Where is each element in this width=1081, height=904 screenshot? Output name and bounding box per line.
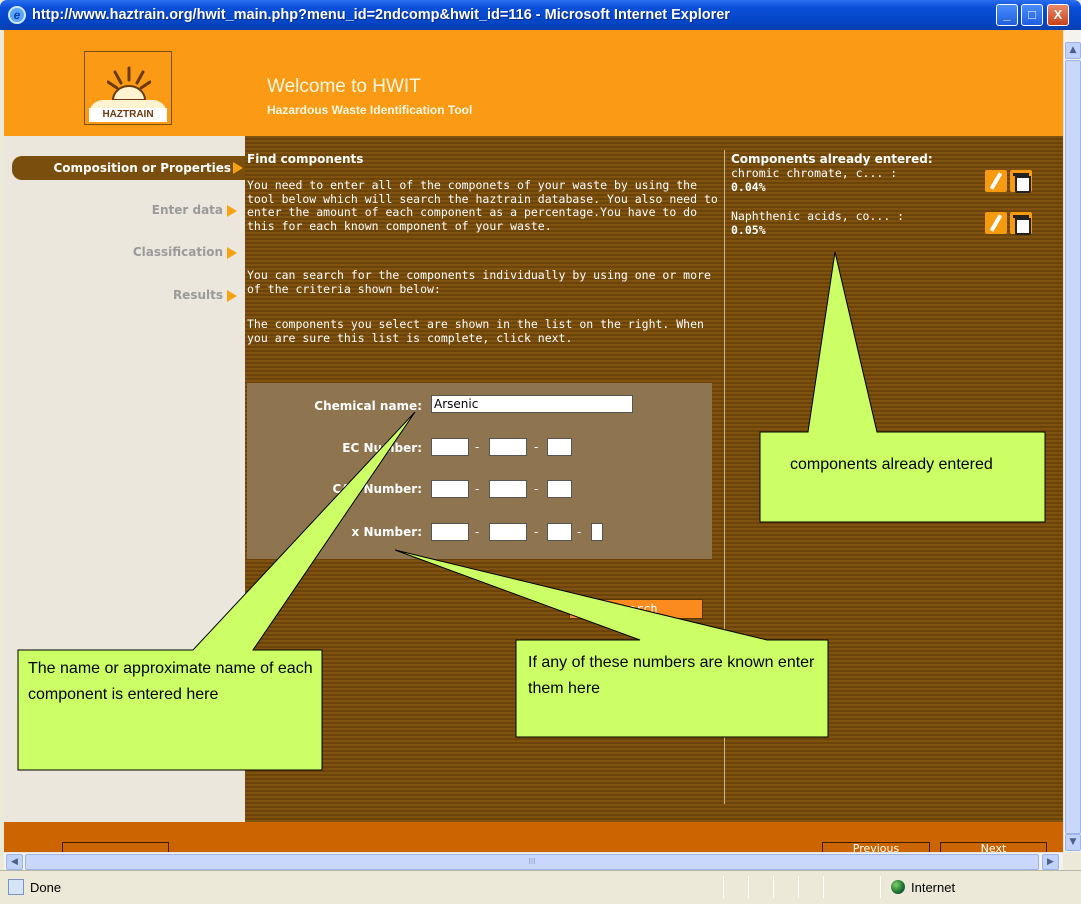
ec-number-part2[interactable]: [489, 438, 527, 456]
index-number-part1[interactable]: [431, 523, 469, 541]
search-button[interactable]: Search: [569, 599, 703, 619]
ec-number-label: EC Number:: [342, 441, 422, 455]
dash: -: [534, 440, 539, 454]
dash: -: [577, 525, 582, 539]
instructions-paragraph: You need to enter all of the componets o…: [247, 178, 718, 233]
left-navigation: Composition or Properties Enter data Cla…: [4, 136, 251, 822]
delete-trash-icon[interactable]: [1010, 170, 1032, 193]
component-entry: chromic chromate, c... : 0.04%: [731, 166, 897, 194]
cas-number-part2[interactable]: [489, 480, 527, 498]
vertical-scrollbar[interactable]: ▲ ▼: [1063, 30, 1081, 852]
status-separator: [748, 876, 749, 898]
page-icon: [8, 879, 24, 895]
footer-button[interactable]: [62, 842, 169, 852]
status-separator: [723, 876, 724, 898]
component-name: chromic chromate, c... :: [731, 166, 898, 180]
horizontal-scroll-thumb[interactable]: III: [25, 854, 1039, 870]
dash: -: [475, 525, 480, 539]
components-entered-heading: Components already entered:: [731, 152, 933, 166]
component-entry: Naphthenic acids, co... : 0.05%: [731, 209, 904, 237]
status-bar: Done Internet: [0, 870, 1081, 904]
security-zone-text: Internet: [911, 880, 956, 895]
haztrain-logo[interactable]: HAZTRAIN: [84, 51, 172, 125]
callout-components-text: components already entered: [790, 456, 993, 473]
chemical-name-label: Chemical name:: [314, 399, 422, 413]
ec-number-part3[interactable]: [547, 438, 572, 456]
edit-pencil-icon[interactable]: [985, 170, 1007, 192]
nav-item-label: Composition or Properties: [53, 161, 231, 175]
arrow-right-icon: [227, 290, 237, 302]
arrow-right-icon: [233, 162, 243, 174]
cas-number-label: CAS Number:: [332, 482, 422, 496]
status-text: Done: [30, 880, 62, 895]
nav-item-results[interactable]: Results: [173, 284, 241, 306]
logo-text: HAZTRAIN: [89, 108, 167, 122]
horizontal-scrollbar[interactable]: ◀ III ▶: [4, 852, 1063, 870]
status-separator: [798, 876, 799, 898]
internet-globe-icon: [891, 880, 905, 894]
status-separator: [823, 876, 824, 898]
nav-item-label: Results: [172, 288, 223, 302]
scroll-down-icon[interactable]: ▼: [1065, 834, 1081, 851]
site-subtitle: Hazardous Waste Identification Tool: [267, 103, 473, 117]
site-title: Welcome to HWIT: [267, 76, 421, 97]
edit-pencil-icon[interactable]: [985, 212, 1007, 234]
nav-item-classification[interactable]: Classification: [133, 241, 241, 263]
index-number-label: x Number:: [351, 525, 422, 539]
ec-number-part1[interactable]: [431, 438, 469, 456]
find-components-heading: Find components: [247, 152, 364, 166]
nav-item-enter-data[interactable]: Enter data: [152, 199, 241, 221]
chemical-name-input[interactable]: [431, 395, 633, 413]
next-button[interactable]: Next: [940, 842, 1047, 852]
status-separator: [880, 876, 881, 898]
nav-item-label: Enter data: [151, 203, 223, 217]
search-criteria-paragraph: You can search for the components indivi…: [247, 268, 711, 296]
vertical-scroll-thumb[interactable]: [1065, 60, 1081, 834]
internet-explorer-icon: e: [8, 6, 26, 24]
index-number-part4[interactable]: [591, 523, 603, 541]
callout-numbers-text: If any of these numbers are known enter …: [528, 654, 815, 697]
close-button[interactable]: X: [1047, 4, 1069, 26]
page-viewport: HAZTRAIN Welcome to HWIT Hazardous Waste…: [4, 30, 1063, 852]
site-header: HAZTRAIN Welcome to HWIT Hazardous Waste…: [4, 30, 1063, 136]
dash: -: [534, 525, 539, 539]
arrow-right-icon: [227, 247, 237, 259]
column-divider: [724, 150, 725, 804]
maximize-button[interactable]: □: [1021, 4, 1043, 26]
scroll-left-icon[interactable]: ◀: [6, 854, 23, 870]
delete-trash-icon[interactable]: [1010, 212, 1032, 235]
nav-item-composition[interactable]: Composition or Properties: [12, 156, 251, 180]
component-percent: 0.04%: [731, 180, 766, 194]
index-number-part2[interactable]: [489, 523, 527, 541]
footer-bar: Previous Next: [4, 822, 1063, 852]
scroll-up-icon[interactable]: ▲: [1065, 42, 1081, 59]
nav-item-label: Classification: [132, 245, 223, 259]
main-content: Find components You need to enter all of…: [245, 136, 1063, 822]
previous-button[interactable]: Previous: [822, 842, 930, 852]
scroll-right-icon[interactable]: ▶: [1042, 854, 1059, 870]
status-separator: [773, 876, 774, 898]
dash: -: [475, 482, 480, 496]
component-percent: 0.05%: [731, 223, 766, 237]
scrollbar-corner: [1063, 852, 1081, 870]
window-title-bar[interactable]: e http://www.haztrain.org/hwit_main.php?…: [0, 0, 1081, 30]
dash: -: [534, 482, 539, 496]
dash: -: [475, 440, 480, 454]
search-form-panel: Chemical name: EC Number: - - CAS Number…: [247, 383, 712, 559]
index-number-part3[interactable]: [547, 523, 572, 541]
selection-paragraph: The components you select are shown in t…: [247, 317, 704, 345]
arrow-right-icon: [227, 205, 237, 217]
callout-name-text: The name or approximate name of each com…: [28, 660, 313, 703]
minimize-button[interactable]: _: [996, 4, 1018, 26]
cas-number-part1[interactable]: [431, 480, 469, 498]
component-name: Naphthenic acids, co... :: [731, 209, 905, 223]
cas-number-part3[interactable]: [547, 480, 572, 498]
window-title: http://www.haztrain.org/hwit_main.php?me…: [32, 7, 730, 23]
